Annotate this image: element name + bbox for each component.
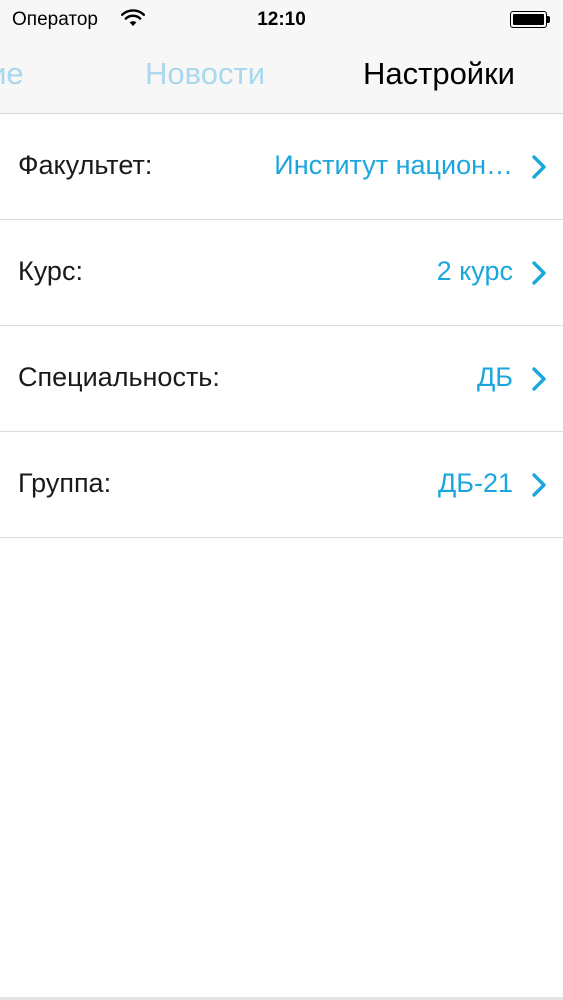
settings-row-group[interactable]: Группа: ДБ-21 [0,432,563,538]
tab-news[interactable]: Новости [145,56,265,92]
row-value: Институт национ… [274,150,513,180]
settings-screen: Оператор 12:10 ние Новости Настройки Фак… [0,0,563,1000]
row-label: Курс: [18,256,83,286]
settings-row-course[interactable]: Курс: 2 курс [0,220,563,326]
chevron-right-icon [532,473,546,497]
header: Оператор 12:10 ние Новости Настройки [0,0,563,114]
settings-row-specialty[interactable]: Специальность: ДБ [0,326,563,432]
row-value: 2 курс [436,256,513,286]
page-tabs: ние Новости Настройки [0,40,563,114]
row-label: Факультет: [18,150,153,180]
row-value: ДБ-21 [437,468,513,498]
settings-list: Факультет: Институт национ… Курс: 2 курс… [0,114,563,538]
tab-schedule[interactable]: ние [0,56,24,92]
battery-icon [510,11,550,28]
row-label: Специальность: [18,362,220,392]
row-value: ДБ [476,362,513,392]
status-time: 12:10 [257,9,306,30]
chevron-right-icon [532,261,546,285]
tab-settings[interactable]: Настройки [363,56,515,92]
chevron-right-icon [532,367,546,391]
status-bar: Оператор 12:10 [0,0,563,40]
row-label: Группа: [18,468,112,498]
chevron-right-icon [532,155,546,179]
settings-row-faculty[interactable]: Факультет: Институт национ… [0,114,563,220]
